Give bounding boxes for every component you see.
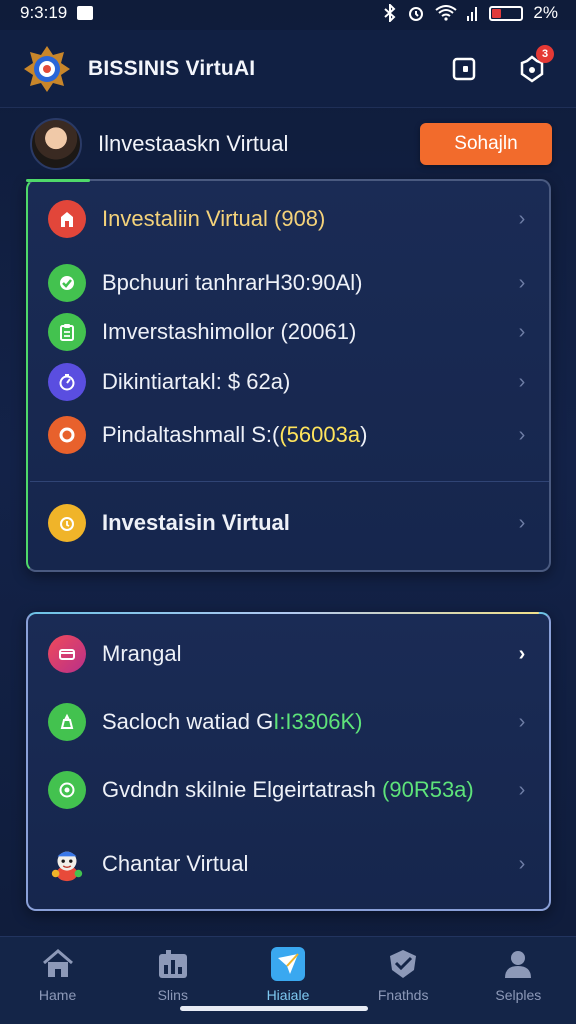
alarm-icon — [409, 7, 424, 21]
signal-icon — [467, 7, 478, 21]
app-header: BISSINIS VirtuAI 3 — [0, 30, 576, 108]
list-item-label: Imverstashimollor (20061) — [102, 319, 357, 344]
services-card: Mrangal › Sacloch watiad GI:I3306K) › Gv… — [26, 612, 551, 911]
home-icon — [40, 947, 76, 981]
gauge-icon — [48, 363, 86, 401]
chevron-right-icon: › — [518, 710, 526, 733]
avatar[interactable] — [30, 118, 82, 170]
person-icon — [500, 947, 536, 981]
chevron-right-icon: › — [518, 370, 526, 393]
chevron-right-icon: › — [518, 207, 526, 230]
list-item-investaisin[interactable]: Investaisin Virtual › — [28, 497, 549, 549]
home-indicator[interactable] — [180, 1006, 368, 1011]
status-time: 9:3:19 — [20, 3, 68, 22]
profile-name: Ilnvestaaskn Virtual — [98, 131, 289, 156]
app-logo-icon — [22, 44, 72, 94]
check-icon — [48, 264, 86, 302]
nav-label: Slins — [157, 987, 188, 1003]
list-item-pindaltashmall[interactable]: Pindaltashmall S:((56003a) › — [28, 409, 549, 461]
list-item-label: Investaisin Virtual — [102, 510, 290, 535]
highlighted-value: I:I3306K) — [273, 709, 363, 734]
list-item-mrangal[interactable]: Mrangal › — [28, 628, 549, 680]
plane-icon — [270, 947, 306, 981]
profile-row: Ilnvestaaskn Virtual Sohajln — [30, 116, 552, 172]
chevron-right-icon: › — [518, 778, 526, 801]
bluetooth-icon — [384, 4, 396, 22]
list-item-buchuri[interactable]: Bpchuuri tanhrarH30:90Al) › — [28, 257, 549, 309]
nav-item-home[interactable]: Hame — [10, 947, 106, 1003]
coin-icon — [48, 504, 86, 542]
wallet-icon — [452, 57, 476, 80]
wifi-icon — [435, 5, 458, 21]
profile-action-button[interactable]: Sohajln — [420, 123, 552, 165]
list-item-dikintiartakl[interactable]: Dikintiartakl: $ 62a) › — [28, 356, 549, 408]
list-item-gvdndn[interactable]: Gvdndn skilnie Elgeirtatrash (90R53a) › — [28, 764, 549, 816]
list-item-label: Mrangal — [102, 641, 182, 666]
battery-percent: 2% — [533, 3, 558, 22]
nav-label: Hame — [38, 987, 77, 1003]
nav-item-funds[interactable]: Fnathds — [355, 947, 451, 1003]
chevron-right-icon: › — [518, 271, 526, 294]
list-item-chantar[interactable]: Chantar Virtual › — [28, 838, 549, 890]
ring-icon — [48, 416, 86, 454]
list-item-label: Pindaltashmall S:((56003a) — [102, 422, 368, 447]
house-icon — [48, 200, 86, 238]
notification-badge: 3 — [536, 44, 554, 63]
list-item-label: Dikintiartakl: $ 62a) — [102, 369, 291, 394]
list-item-sacloch[interactable]: Sacloch watiad GI:I3306K) › — [28, 696, 549, 748]
chevron-right-icon: › — [518, 642, 526, 665]
status-bar: 9:3:19 2% — [0, 0, 576, 26]
chevron-right-icon: › — [518, 852, 526, 875]
investment-card: Investaliin Virtual (908) › Bpchuuri tan… — [26, 179, 551, 572]
nav-label: Fnathds — [377, 987, 429, 1003]
app-title: BISSINIS VirtuAI — [88, 56, 256, 80]
list-item-label: Chantar Virtual — [102, 851, 249, 876]
mascot-icon — [48, 845, 86, 883]
list-item-investment[interactable]: Investaliin Virtual (908) › — [28, 193, 549, 245]
list-item-label: Gvdndn skilnie Elgeirtatrash (90R53a) — [102, 777, 474, 802]
divider — [30, 481, 549, 482]
clipboard-icon — [48, 313, 86, 351]
wallet-icon — [48, 635, 86, 673]
nav-item-stats[interactable]: Slins — [125, 947, 221, 1003]
chart-icon — [155, 947, 191, 981]
battery-icon — [489, 5, 524, 21]
nav-item-profile[interactable]: Selples — [470, 947, 566, 1003]
list-item-label: Investaliin Virtual (908) — [102, 206, 326, 231]
chevron-right-icon: › — [518, 320, 526, 343]
list-item-inverstashimollor[interactable]: Imverstashimollor (20061) › — [28, 306, 549, 358]
nav-label: Selples — [495, 987, 542, 1003]
target-icon — [48, 771, 86, 809]
highlighted-value: (56003a — [279, 422, 361, 447]
notifications-button[interactable]: 3 — [510, 44, 554, 91]
gallery-icon — [77, 6, 94, 20]
nav-item-active[interactable]: Hiaiale — [240, 947, 336, 1003]
chevron-right-icon: › — [518, 423, 526, 446]
list-item-label: Sacloch watiad GI:I3306K) — [102, 709, 363, 734]
list-item-label: Bpchuuri tanhrarH30:90Al) — [102, 270, 363, 295]
highlighted-value: (90R53a) — [382, 777, 474, 802]
chevron-right-icon: › — [518, 511, 526, 534]
bag-icon — [48, 703, 86, 741]
shield-check-icon — [385, 947, 421, 981]
nav-label: Hiaiale — [266, 987, 310, 1003]
wallet-button[interactable] — [442, 47, 486, 91]
